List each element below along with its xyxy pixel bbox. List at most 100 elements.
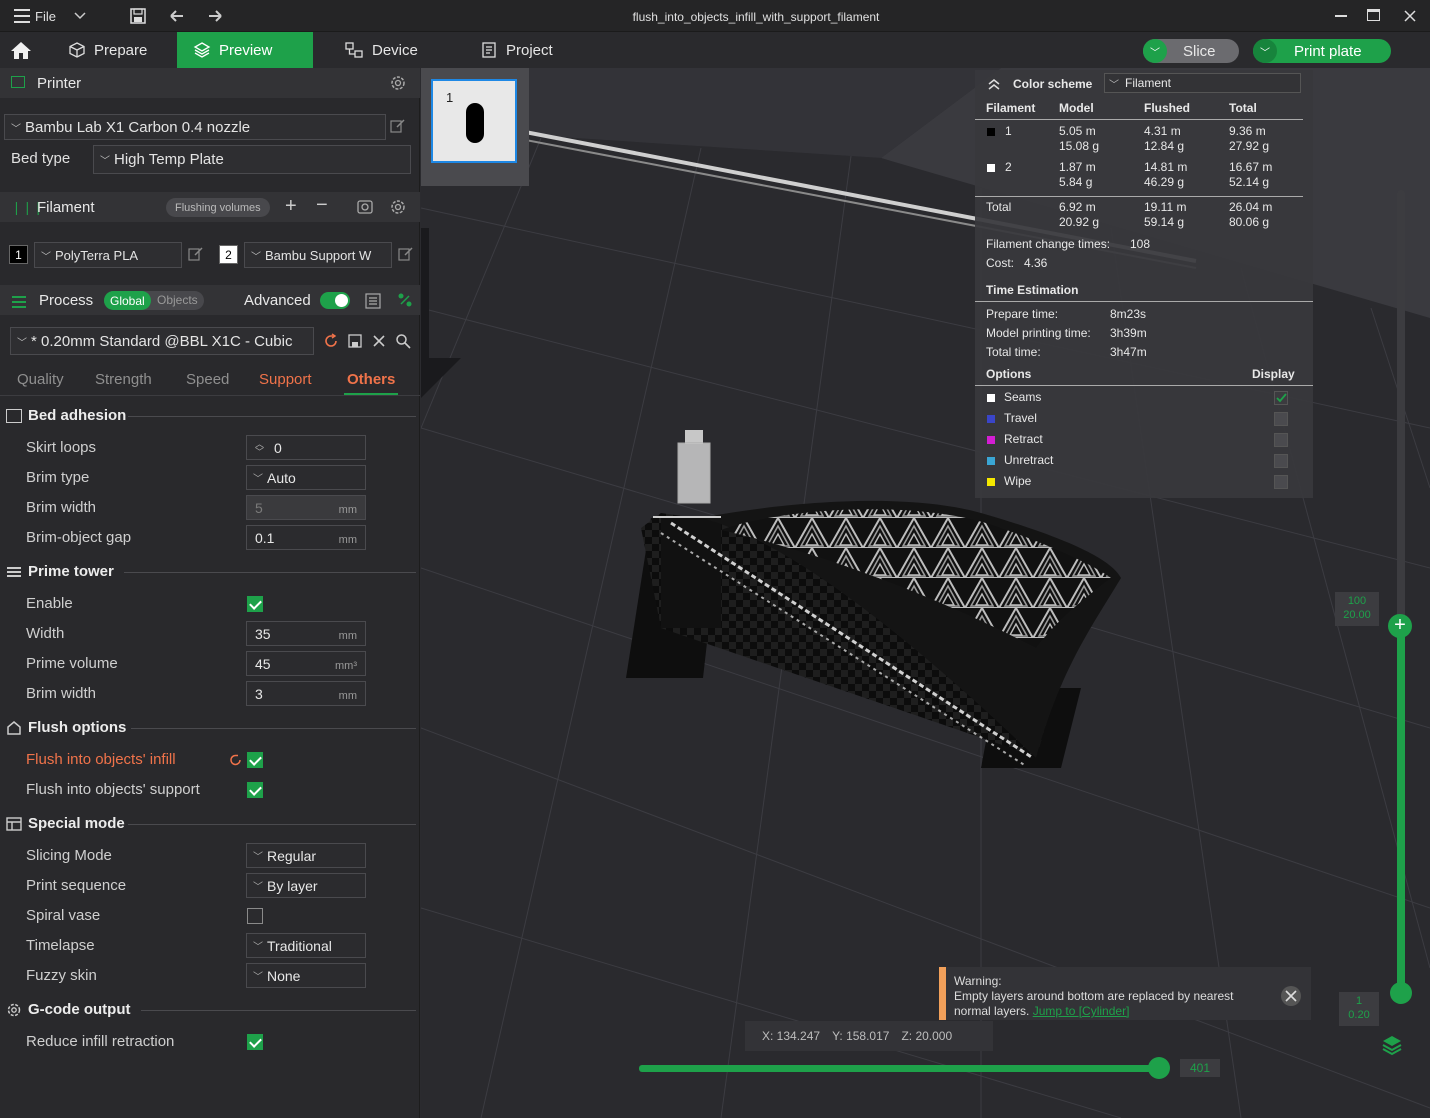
bed-type-select[interactable]: ﹀ High Temp Plate xyxy=(93,145,411,174)
model-time-label: Model printing time: xyxy=(986,326,1091,340)
color-scheme-select[interactable]: ﹀ Filament xyxy=(1104,73,1301,93)
warning-line-1: Empty layers around bottom are replaced … xyxy=(954,989,1234,1003)
global-toggle[interactable]: Global xyxy=(104,291,151,310)
seams-display-checkbox[interactable] xyxy=(1274,391,1288,405)
print-dropdown-icon[interactable]: ﹀ xyxy=(1253,39,1277,63)
stepper-arrows-icon[interactable]: ︿ ﹀ xyxy=(255,439,264,456)
option-unretract[interactable]: Unretract xyxy=(975,453,1313,471)
filament-select-2[interactable]: ﹀ Bambu Support W xyxy=(244,242,392,268)
tab-device[interactable]: Device xyxy=(328,32,448,68)
brim-width-unit: mm xyxy=(338,504,357,516)
travel-swatch xyxy=(987,415,995,423)
spiral-vase-checkbox[interactable] xyxy=(247,908,263,924)
tab-support[interactable]: Support xyxy=(259,371,312,388)
brim-gap-field[interactable]: 0.1 mm xyxy=(246,525,366,550)
flushing-volumes-button[interactable]: Flushing volumes xyxy=(166,198,270,217)
objects-toggle[interactable]: Objects xyxy=(157,293,198,307)
prime-volume-unit: mm³ xyxy=(335,660,357,672)
reduce-retraction-label: Reduce infill retraction xyxy=(26,1033,175,1050)
filament-name-2: Bambu Support W xyxy=(265,247,372,263)
home-icon[interactable] xyxy=(10,40,32,60)
brim-type-value: Auto xyxy=(267,469,296,486)
bed-adhesion-title: Bed adhesion xyxy=(28,407,127,424)
save-preset-icon[interactable] xyxy=(347,333,363,349)
color-scheme-label: Color scheme xyxy=(1013,77,1093,91)
filament-swatch-2[interactable]: 2 xyxy=(219,245,238,264)
total-length: 26.04 m xyxy=(1229,200,1273,214)
print-sequence-select[interactable]: ﹀ By layer xyxy=(246,873,366,898)
print-plate-button[interactable]: ﹀ Print plate xyxy=(1253,39,1391,63)
option-seams[interactable]: Seams xyxy=(975,390,1313,408)
filament-sync-icon[interactable] xyxy=(356,198,374,216)
advanced-switch[interactable] xyxy=(320,292,350,309)
prime-volume-field[interactable]: 45 mm³ xyxy=(246,651,366,676)
edit-icon[interactable] xyxy=(389,118,405,134)
filament-edit-icon-1[interactable] xyxy=(187,246,203,262)
gear-icon[interactable] xyxy=(389,74,407,92)
slice-dropdown-icon[interactable]: ﹀ xyxy=(1143,39,1167,63)
filament-select-1[interactable]: ﹀ PolyTerra PLA xyxy=(34,242,182,268)
plate-thumbnail[interactable]: 1 xyxy=(431,79,517,163)
slice-button[interactable]: ﹀ Slice xyxy=(1143,39,1239,63)
slicing-mode-select[interactable]: ﹀ Regular xyxy=(246,843,366,868)
filament-row-1: 1 5.05 m 15.08 g 4.31 m 12.84 g 9.36 m 27.9… xyxy=(975,124,1313,156)
bottom-layer-handle[interactable] xyxy=(1390,982,1412,1004)
enable-checkbox[interactable] xyxy=(247,596,263,612)
reduce-retraction-checkbox[interactable] xyxy=(247,1034,263,1050)
timelapse-select[interactable]: ﹀ Traditional xyxy=(246,933,366,958)
spiral-vase-label: Spiral vase xyxy=(26,907,101,924)
close-icon[interactable] xyxy=(1403,9,1417,23)
warning-title: Warning: xyxy=(954,974,1002,988)
tab-preview[interactable]: Preview xyxy=(177,32,313,68)
fuzzy-skin-select[interactable]: ﹀ None xyxy=(246,963,366,988)
filament-gear-icon[interactable] xyxy=(389,198,407,216)
jump-to-cylinder-link[interactable]: Jump to [Cylinder] xyxy=(1033,1004,1130,1018)
collapse-icon[interactable] xyxy=(987,78,1001,90)
width-field[interactable]: 35 mm xyxy=(246,621,366,646)
special-mode-header: Special mode xyxy=(6,815,125,832)
top-layer-handle[interactable]: + xyxy=(1388,614,1412,638)
move-slider-track[interactable] xyxy=(639,1065,1159,1072)
tab-quality[interactable]: Quality xyxy=(17,371,64,388)
move-slider-handle[interactable] xyxy=(1148,1057,1170,1079)
unretract-display-checkbox[interactable] xyxy=(1274,454,1288,468)
travel-display-checkbox[interactable] xyxy=(1274,412,1288,426)
tab-speed[interactable]: Speed xyxy=(186,371,229,388)
wipe-display-checkbox[interactable] xyxy=(1274,475,1288,489)
tab-others[interactable]: Others xyxy=(347,371,395,388)
bed-type-label: Bed type xyxy=(11,150,71,167)
prime-brim-width-value: 3 xyxy=(255,685,263,702)
option-wipe[interactable]: Wipe xyxy=(975,474,1313,492)
flush-icon xyxy=(7,720,21,735)
process-preset-select[interactable]: ﹀ * 0.20mm Standard @BBL X1C - Cubic xyxy=(10,327,314,355)
add-filament-icon[interactable]: + xyxy=(285,195,297,218)
flush-support-checkbox[interactable] xyxy=(247,782,263,798)
search-icon[interactable] xyxy=(395,333,411,349)
tab-prepare[interactable]: Prepare xyxy=(52,32,176,68)
advanced-label: Advanced xyxy=(244,291,311,309)
layers-toggle-icon[interactable] xyxy=(1381,1034,1403,1056)
tab-project[interactable]: Project xyxy=(464,32,584,68)
filament-swatch-1[interactable]: 1 xyxy=(9,245,28,264)
skirt-loops-stepper[interactable]: ︿ ﹀ 0 xyxy=(246,435,366,460)
compare-icon[interactable] xyxy=(397,292,413,308)
remove-filament-icon[interactable]: − xyxy=(316,194,328,217)
reset-icon[interactable] xyxy=(323,333,339,349)
option-retract[interactable]: Retract xyxy=(975,432,1313,450)
col-filament: Filament xyxy=(986,101,1036,115)
tab-strength[interactable]: Strength xyxy=(95,371,152,388)
retract-display-checkbox[interactable] xyxy=(1274,433,1288,447)
list-icon[interactable] xyxy=(364,292,382,310)
prime-brim-width-field[interactable]: 3 mm xyxy=(246,681,366,706)
filament-edit-icon-2[interactable] xyxy=(397,246,413,262)
retract-swatch xyxy=(987,436,995,444)
brim-type-select[interactable]: ﹀ Auto xyxy=(246,465,366,490)
flush-infill-checkbox[interactable] xyxy=(247,752,263,768)
maximize-icon[interactable] xyxy=(1367,9,1380,21)
reset-icon[interactable] xyxy=(229,753,243,767)
option-travel[interactable]: Travel xyxy=(975,411,1313,429)
printer-select[interactable]: ﹀ Bambu Lab X1 Carbon 0.4 nozzle xyxy=(4,114,386,140)
warning-close-icon[interactable] xyxy=(1280,985,1302,1007)
minimize-icon[interactable] xyxy=(1335,15,1347,17)
delete-preset-icon[interactable] xyxy=(371,333,387,349)
